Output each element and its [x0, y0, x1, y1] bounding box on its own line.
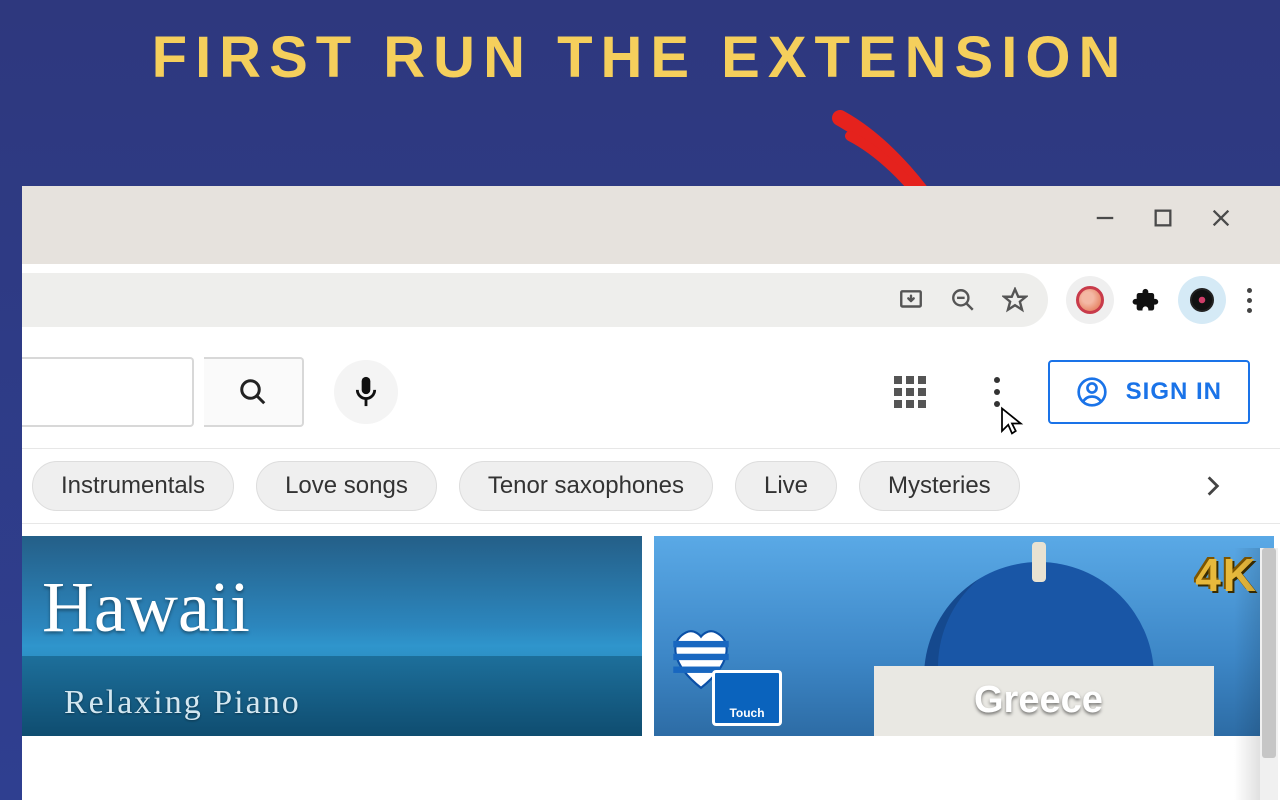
video-thumb-hawaii[interactable]: Hawaii Relaxing Piano — [22, 536, 642, 736]
instruction-banner: FIRST RUN THE EXTENSION — [0, 24, 1280, 91]
extension-icon — [1076, 286, 1104, 314]
extensions-menu-button[interactable] — [1122, 276, 1170, 324]
settings-menu-button[interactable] — [982, 377, 1012, 407]
video-thumb-greece[interactable]: 4K Touch Greece — [654, 536, 1274, 736]
channel-badge: Touch — [712, 670, 782, 726]
site-header: SIGN IN — [22, 336, 1280, 448]
chip-mysteries[interactable]: Mysteries — [859, 461, 1020, 511]
scrollbar-handle[interactable] — [1262, 548, 1276, 758]
window-titlebar — [22, 186, 1280, 264]
zoom-out-icon[interactable] — [950, 287, 976, 313]
search-button[interactable] — [204, 357, 304, 427]
sign-in-button[interactable]: SIGN IN — [1048, 360, 1250, 424]
search-field[interactable] — [22, 357, 194, 427]
thumb-title: Greece — [974, 679, 1103, 722]
vertical-scrollbar[interactable] — [1260, 548, 1278, 800]
browser-window: SIGN IN Instrumentals Love songs Tenor s… — [22, 186, 1280, 800]
chip-live[interactable]: Live — [735, 461, 837, 511]
maximize-button[interactable] — [1134, 196, 1192, 240]
badge-4k: 4K — [1195, 548, 1258, 602]
install-app-icon[interactable] — [898, 287, 924, 313]
chip-tenor-saxophones[interactable]: Tenor saxophones — [459, 461, 713, 511]
extension-pinned-button[interactable] — [1066, 276, 1114, 324]
chip-love-songs[interactable]: Love songs — [256, 461, 437, 511]
sign-in-label: SIGN IN — [1126, 378, 1222, 406]
profile-avatar-icon — [1190, 288, 1214, 312]
address-bar[interactable] — [22, 273, 1048, 327]
thumb-subtitle: Relaxing Piano — [64, 684, 301, 722]
voice-search-button[interactable] — [334, 360, 398, 424]
video-grid: Hawaii Relaxing Piano 4K Touch Greece — [22, 524, 1280, 736]
chrome-menu-button[interactable] — [1234, 288, 1264, 313]
thumb-title: Hawaii — [42, 566, 250, 649]
browser-toolbar — [22, 264, 1280, 336]
bookmark-star-icon[interactable] — [1002, 287, 1028, 313]
extensions-area — [1066, 276, 1264, 324]
category-chips-row: Instrumentals Love songs Tenor saxophone… — [22, 448, 1280, 524]
close-button[interactable] — [1192, 196, 1250, 240]
minimize-button[interactable] — [1076, 196, 1134, 240]
channel-badge-label: Touch — [729, 706, 764, 720]
apps-grid-button[interactable] — [890, 372, 930, 412]
chrome-profile-button[interactable] — [1178, 276, 1226, 324]
chips-scroll-right[interactable] — [1120, 449, 1280, 523]
chip-instrumentals[interactable]: Instrumentals — [32, 461, 234, 511]
